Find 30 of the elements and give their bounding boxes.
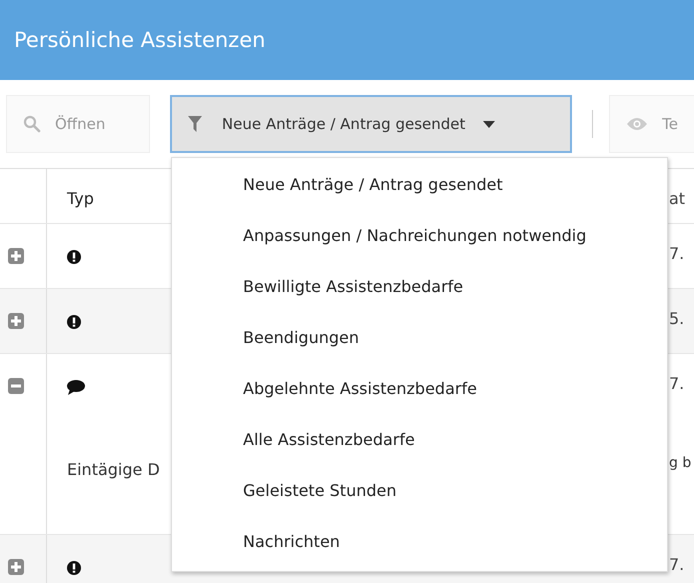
eye-icon [626,117,648,131]
expand-icon[interactable] [8,248,24,264]
table-cell: 5. [669,309,684,328]
column-header: at [669,189,686,208]
menu-item[interactable]: Geleistete Stunden [172,476,667,527]
filter-icon [188,116,202,132]
search-icon [23,115,41,133]
speech-bubble-icon [67,380,85,396]
table-cell: 7. [669,244,684,263]
menu-item[interactable]: Alle Assistenzbedarfe [172,425,667,476]
filter-dropdown[interactable]: Neue Anträge / Antrag gesendet [170,95,572,153]
table-cell: g b [669,455,692,471]
menu-item[interactable]: Abgelehnte Assistenzbedarfe [172,374,667,425]
page-title: Persönliche Assistenzen [14,28,266,52]
exclamation-icon [67,250,81,264]
table-cell: 7. [669,555,684,574]
collapse-icon[interactable] [8,378,24,394]
menu-item[interactable]: Bewilligte Assistenzbedarfe [172,272,667,323]
expand-icon[interactable] [8,313,24,329]
column-header: Typ [67,189,95,208]
caret-icon [483,120,496,128]
table-cell-text: Eintägige D [67,460,161,479]
exclamation-icon [67,561,81,575]
menu-item[interactable]: Nachrichten [172,527,667,578]
table-cell-text: 7. [669,374,686,393]
menu-item[interactable]: Beendigungen [172,323,667,374]
menu-item[interactable]: Neue Anträge / Antrag gesendet [172,170,667,221]
menu-item[interactable]: Anpassungen / Nachreichungen notwendig [172,221,667,272]
expand-icon[interactable] [8,559,24,575]
exclamation-icon [67,315,81,329]
